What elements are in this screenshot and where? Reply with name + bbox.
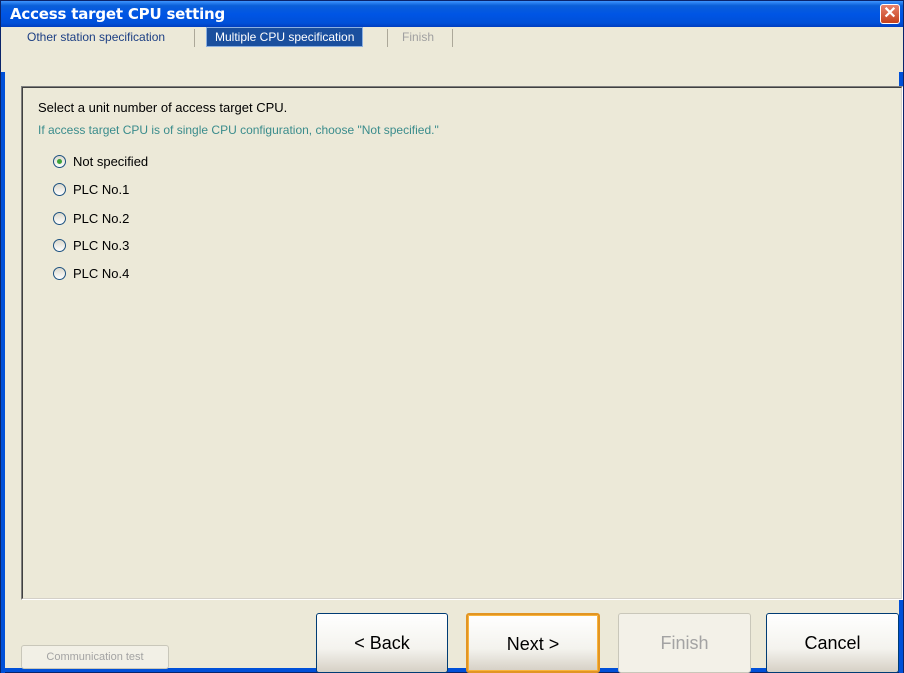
tab-separator — [387, 29, 388, 47]
finish-button: Finish — [618, 613, 751, 673]
communication-test-button: Communication test — [21, 645, 169, 669]
tab-separator — [452, 29, 453, 47]
radio-option-plc-no1[interactable]: PLC No.1 — [53, 179, 129, 199]
next-button[interactable]: Next > — [466, 613, 600, 673]
tab-other-station-specification[interactable]: Other station specification — [19, 27, 173, 47]
cancel-button[interactable]: Cancel — [766, 613, 899, 673]
radio-button[interactable] — [53, 238, 66, 252]
window-title: Access target CPU setting — [10, 5, 226, 23]
radio-label: Not specified — [73, 153, 149, 169]
radio-label: PLC No.3 — [73, 237, 130, 253]
close-button[interactable]: ✕ — [880, 4, 900, 24]
radio-option-plc-no3[interactable]: PLC No.3 — [53, 235, 129, 255]
radio-label: PLC No.1 — [73, 181, 130, 197]
content-panel-inner: Select a unit number of access target CP… — [22, 87, 902, 599]
dialog-window: Access target CPU setting ✕ Other statio… — [0, 0, 904, 673]
radio-option-not-specified[interactable]: Not specified — [53, 151, 148, 171]
radio-option-plc-no2[interactable]: PLC No.2 — [53, 208, 129, 228]
radio-button[interactable] — [53, 211, 66, 225]
radio-option-plc-no4[interactable]: PLC No.4 — [53, 263, 129, 283]
tab-multiple-cpu-specification[interactable]: Multiple CPU specification — [206, 27, 364, 47]
button-bar: Communication test < Back Next > Finish … — [1, 601, 903, 673]
radio-button[interactable] — [53, 266, 66, 280]
back-button[interactable]: < Back — [316, 613, 448, 673]
window-frame-left — [1, 27, 5, 673]
close-icon: ✕ — [883, 5, 897, 22]
tab-finish: Finish — [402, 30, 435, 44]
radio-label: PLC No.4 — [73, 265, 130, 281]
instruction-text: Select a unit number of access target CP… — [38, 100, 288, 115]
radio-button-selected[interactable] — [53, 154, 66, 168]
wizard-tabs: Other station specification Multiple CPU… — [1, 27, 903, 72]
tab-separator — [194, 29, 195, 47]
title-bar[interactable]: Access target CPU setting ✕ — [1, 1, 903, 27]
hint-text: If access target CPU is of single CPU co… — [38, 123, 439, 137]
content-panel: Select a unit number of access target CP… — [21, 86, 903, 600]
radio-button[interactable] — [53, 182, 66, 196]
radio-label: PLC No.2 — [73, 210, 130, 226]
